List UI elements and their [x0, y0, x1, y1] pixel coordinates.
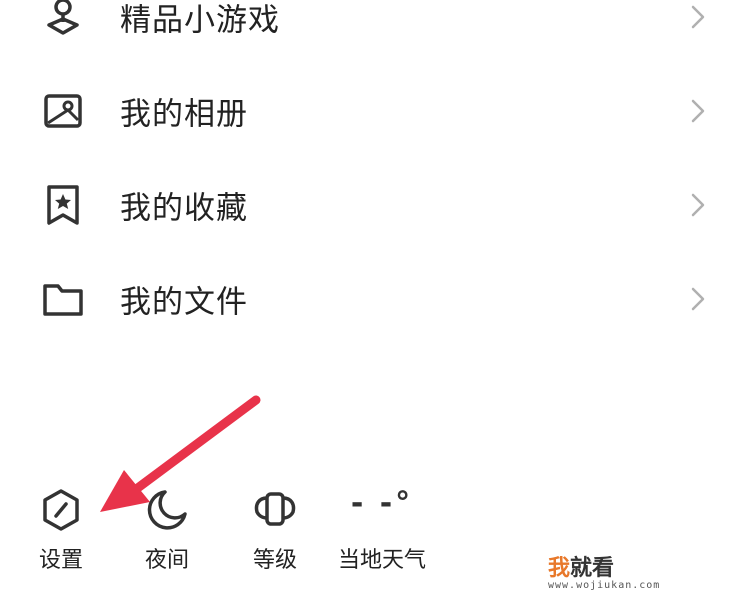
- game-pin-icon: [47, 0, 79, 35]
- menu-item-label: 我的文件: [120, 284, 248, 321]
- chevron-right-icon: [691, 5, 705, 29]
- level-button[interactable]: 等级: [220, 478, 330, 578]
- watermark-brand: 我就看: [548, 550, 660, 582]
- watermark-url: www.wojiukan.com: [548, 580, 661, 591]
- watermark-brand-text: 就看: [570, 556, 615, 581]
- local-weather-button[interactable]: - -° 当地天气: [326, 478, 438, 578]
- settings-label: 设置: [38, 548, 83, 573]
- bookmark-star-icon: [47, 185, 79, 225]
- menu-item-my-album[interactable]: 我的相册: [0, 64, 756, 158]
- winged-badge-icon: [254, 492, 296, 526]
- settings-button[interactable]: 设置: [6, 478, 116, 578]
- menu-item-mini-games[interactable]: 精品小游戏: [0, 0, 756, 64]
- night-mode-button[interactable]: 夜间: [112, 478, 222, 578]
- settings-hexagon-icon: [43, 489, 79, 531]
- watermark: 我就看 www.wojiukan.com: [548, 550, 660, 591]
- menu-item-my-favorites[interactable]: 我的收藏: [0, 158, 756, 252]
- level-label: 等级: [252, 548, 297, 573]
- photo-album-icon: [44, 94, 82, 128]
- moon-icon: [147, 490, 187, 530]
- chevron-right-icon: [691, 193, 705, 217]
- menu-item-label: 我的收藏: [120, 190, 248, 227]
- weather-temperature: - -°: [350, 486, 414, 521]
- night-mode-label: 夜间: [144, 548, 189, 573]
- watermark-brand-accent: 我: [548, 556, 571, 581]
- folder-icon: [43, 284, 83, 316]
- chevron-right-icon: [691, 287, 705, 311]
- menu-item-label: 精品小游戏: [120, 2, 280, 39]
- menu-item-my-files[interactable]: 我的文件: [0, 252, 756, 346]
- chevron-right-icon: [691, 99, 705, 123]
- menu-item-label: 我的相册: [120, 96, 248, 133]
- local-weather-label: 当地天气: [337, 548, 426, 573]
